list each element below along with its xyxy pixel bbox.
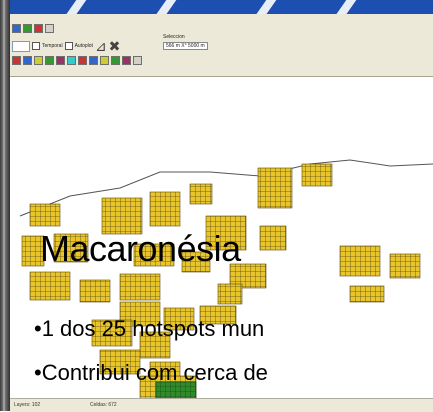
select-tool-icon[interactable]: ⊿ [95, 39, 107, 53]
tool-icon[interactable] [67, 55, 76, 65]
title-band-stripe [149, 0, 181, 14]
autoplot-label: Autoplot [74, 43, 93, 49]
selection-value[interactable]: 566 m X° 5000 m [163, 42, 208, 50]
checkbox-box[interactable] [64, 42, 73, 50]
bullet-item: •Contribui com cerca de [34, 360, 268, 385]
toolbar-row-1 [12, 22, 54, 34]
tool-icon[interactable] [34, 55, 43, 65]
open-icon[interactable] [12, 23, 21, 33]
status-bar: Layers: 102 Celdas: 672 [10, 398, 433, 412]
selection-label: Seleccion [163, 34, 185, 40]
title-band [10, 0, 433, 14]
toolbar-row-3 [12, 54, 142, 66]
tool-icon[interactable] [23, 55, 32, 65]
selection-group: Seleccion 566 m X° 5000 m [163, 34, 233, 54]
status-left: Layers: 102 [14, 402, 41, 408]
toolbar: Temporal Autoplot ⊿ ✖ Seleccion 566 m X°… [10, 14, 433, 77]
tool-icon[interactable] [111, 55, 120, 65]
region-border [19, 159, 433, 217]
title-band-stripe [59, 0, 91, 14]
temporal-checkbox[interactable]: Temporal [32, 42, 63, 50]
tool-icon[interactable] [133, 55, 142, 65]
tool-icon[interactable] [122, 55, 131, 65]
tool-icon[interactable] [56, 55, 65, 65]
slide-frame-left [0, 0, 10, 411]
tool-icon[interactable] [12, 55, 21, 65]
title-band-stripe [329, 0, 361, 14]
tool-icon[interactable] [45, 55, 54, 65]
toolbar-row-2: Temporal Autoplot ⊿ ✖ [12, 39, 121, 53]
bullet-item: •1 dos 25 hotspots mun [34, 316, 265, 341]
save-icon[interactable] [23, 23, 32, 33]
title-band-stripe [249, 0, 281, 14]
print-icon[interactable] [34, 23, 43, 33]
tool-icon[interactable] [89, 55, 98, 65]
checkbox-box[interactable] [32, 42, 40, 50]
settings-icon[interactable] [45, 23, 54, 33]
tool-icon[interactable] [78, 55, 87, 65]
autoplot-checkbox[interactable]: Autoplot [64, 42, 93, 50]
layer-select[interactable] [12, 40, 30, 52]
slide-title: Macaronésia [40, 228, 241, 269]
status-middle: Celdas: 672 [90, 402, 117, 408]
temporal-label: Temporal [42, 43, 63, 49]
delete-tool-icon[interactable]: ✖ [109, 39, 121, 53]
tool-icon[interactable] [100, 55, 109, 65]
